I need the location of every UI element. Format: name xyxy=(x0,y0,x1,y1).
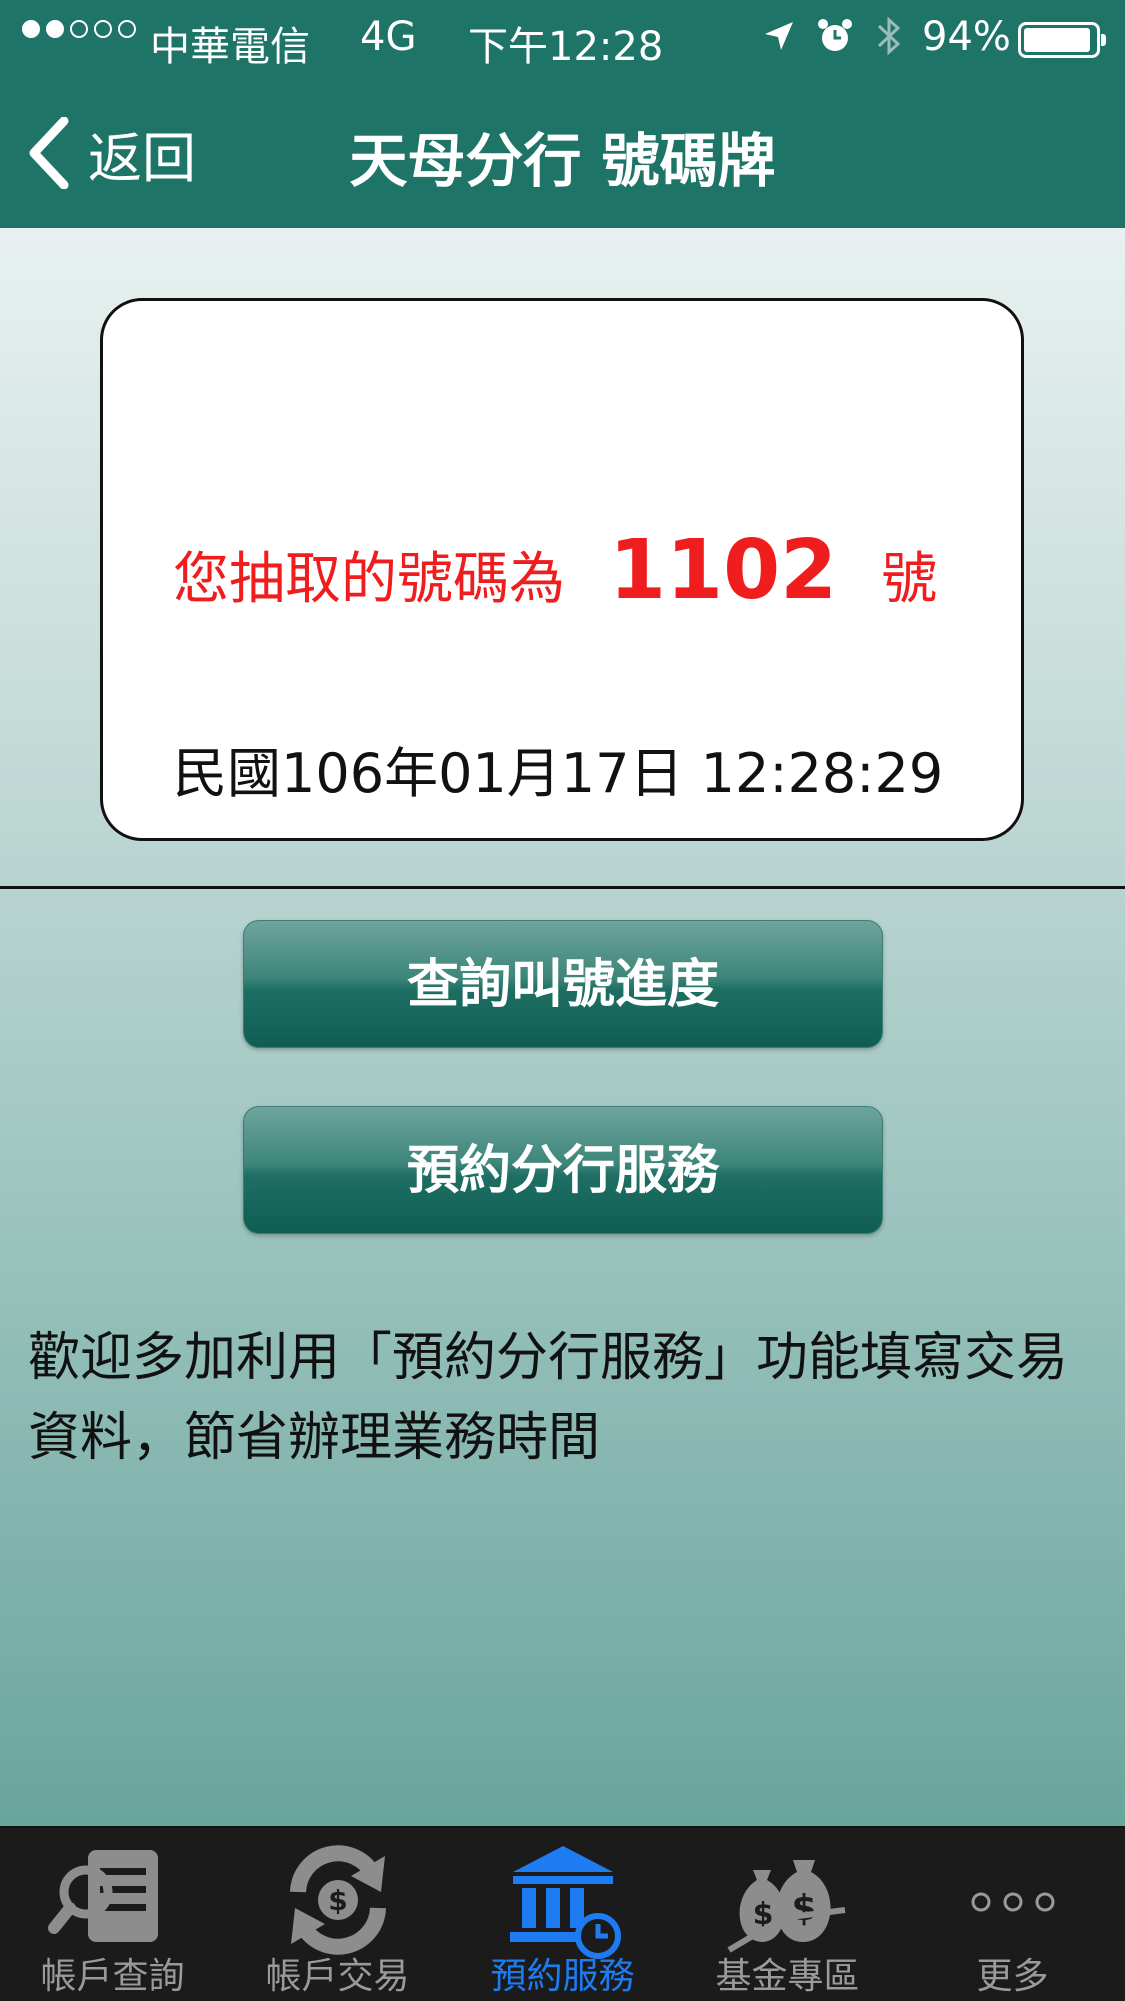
ticket-number: 1102 xyxy=(609,523,838,618)
carrier-name: 中華電信 xyxy=(150,24,310,70)
money-bags-icon: $ $ xyxy=(726,1860,845,1953)
scroll-search-icon xyxy=(47,1850,158,1942)
tab-more[interactable]: 更多 xyxy=(900,1828,1125,2001)
ticket-number-line: 您抽取的號碼為 1102 號 xyxy=(173,523,937,618)
main-content: 您抽取的號碼為 1102 號 民國106年01月17日 12:28:29 查詢叫… xyxy=(0,228,1125,1826)
tab-bar: 帳戶查詢 $ 帳戶交易 預約服務 $ $ 基金專區 更多 xyxy=(0,1826,1125,2001)
ticket-datetime: 民國106年01月17日 12:28:29 xyxy=(173,742,944,805)
tab-account-inquiry[interactable]: 帳戶查詢 xyxy=(0,1828,225,2001)
tab-reservation-service[interactable]: 預約服務 xyxy=(450,1828,675,2001)
reserve-branch-button[interactable]: 預約分行服務 xyxy=(243,1106,883,1234)
battery-percent: 94% xyxy=(922,14,1011,60)
network-type: 4G xyxy=(360,14,417,60)
bluetooth-icon xyxy=(877,16,901,56)
tab-label: 帳戶交易 xyxy=(265,1956,410,1997)
alarm-icon xyxy=(818,19,852,51)
page-title: 天母分行 號碼牌 xyxy=(349,127,776,195)
status-time: 下午12:28 xyxy=(468,24,664,70)
tab-label: 更多 xyxy=(976,1956,1049,1997)
svg-text:$: $ xyxy=(791,1888,816,1929)
battery-icon xyxy=(1018,22,1106,58)
tab-label: 預約服務 xyxy=(490,1956,635,1997)
bank-clock-icon xyxy=(509,1846,621,1959)
battery-level-fill xyxy=(1024,28,1090,52)
exchange-arrows-icon: $ xyxy=(289,1845,386,1955)
ticket-card: 您抽取的號碼為 1102 號 民國106年01月17日 12:28:29 xyxy=(100,298,1024,841)
navigation-bar: 返回 天母分行 號碼牌 xyxy=(0,80,1125,228)
more-dots-icon xyxy=(971,1892,1054,1912)
info-text: 歡迎多加利用「預約分行服務」功能填寫交易資料，節省辦理業務時間 xyxy=(28,1328,1069,1468)
divider xyxy=(0,886,1125,889)
tab-label: 基金專區 xyxy=(715,1956,860,1997)
signal-strength-icon xyxy=(22,20,136,38)
check-progress-button[interactable]: 查詢叫號進度 xyxy=(243,920,883,1048)
ticket-unit: 號 xyxy=(881,547,938,612)
tab-account-transaction[interactable]: $ 帳戶交易 xyxy=(225,1828,450,2001)
status-bar: 中華電信 4G 下午12:28 94% xyxy=(0,0,1125,80)
location-arrow-icon xyxy=(765,22,793,50)
ticket-prefix: 您抽取的號碼為 xyxy=(173,547,565,612)
tab-fund-zone[interactable]: $ $ 基金專區 xyxy=(675,1828,900,2001)
tab-label: 帳戶查詢 xyxy=(40,1956,185,1997)
svg-text:$: $ xyxy=(328,1884,347,1917)
